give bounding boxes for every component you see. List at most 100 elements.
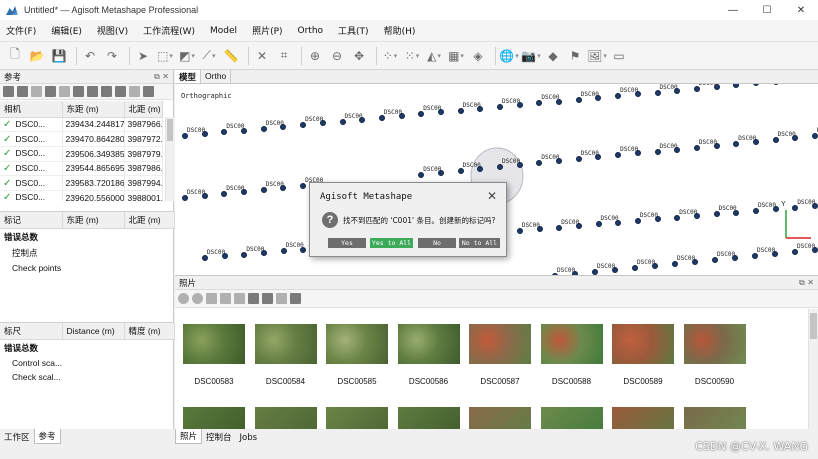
camera-marker[interactable] [713,84,720,91]
markers-total-error[interactable]: 错误总数 [0,229,174,245]
camera-marker[interactable] [612,267,618,273]
draw-shape-icon[interactable]: ◩ [178,47,196,65]
column-header-easting[interactable]: 东距 (m) [62,101,125,118]
photo-thumbnail[interactable] [683,324,746,364]
camera-marker[interactable] [516,162,523,169]
table-row[interactable]: ✓ DSC0... 239434.244817 3987966. [0,117,163,133]
photo-thumbnail[interactable] [540,407,603,429]
camera-marker[interactable] [772,206,779,213]
camera-marker[interactable] [713,142,720,149]
settings-icon[interactable] [143,86,154,97]
column-header-distance[interactable]: Distance (m) [62,323,125,340]
camera-marker[interactable] [772,251,778,257]
zoom-in-icon[interactable]: ⊕ [306,47,324,65]
no-to-all-button[interactable]: No to All [459,238,500,248]
import-icon[interactable] [3,86,14,97]
tab-photos[interactable]: 照片 [175,429,203,444]
column-header-northing[interactable]: 北距 (m) [124,212,175,229]
check-scalebars-item[interactable]: Check scal... [0,370,174,384]
camera-marker[interactable] [634,150,641,157]
photo-thumbnail[interactable] [469,324,531,364]
camera-marker[interactable] [556,98,563,105]
photo-thumbnail[interactable] [612,407,674,429]
photo-thumbnail[interactable] [254,407,317,429]
globe-icon[interactable]: 🌐 [499,47,518,65]
point-cloud-icon[interactable]: ⁙ [403,47,421,65]
new-document-icon[interactable]: 🗋 [6,47,24,65]
photo-thumbnail[interactable] [540,324,603,364]
yes-to-all-button[interactable]: Yes to All [370,238,413,248]
camera-marker[interactable] [692,259,698,265]
texture-icon[interactable]: ◈ [469,47,487,65]
reset-filter-icon[interactable] [276,293,287,304]
camera-marker[interactable] [437,169,444,176]
yes-button[interactable]: Yes [328,238,366,248]
tab-model[interactable]: 模型 [175,70,202,83]
checkbox-checked-icon[interactable]: ✓ [3,178,11,189]
camera-marker[interactable] [634,91,641,98]
menu-edit[interactable]: 编辑(E) [51,24,82,37]
camera-marker[interactable] [595,154,602,161]
menu-photo[interactable]: 照片(P) [252,24,282,37]
export-icon[interactable] [17,86,28,97]
camera-marker[interactable] [221,253,228,260]
thumbnail-size-icon[interactable] [290,293,301,304]
refresh-icon[interactable] [73,86,84,97]
column-header-northing[interactable]: 北距 (m) [124,101,163,118]
column-header-marker[interactable]: 标记 [0,212,63,229]
camera-marker[interactable] [477,165,484,172]
camera-marker[interactable] [359,116,366,123]
delete-selection-icon[interactable]: ✕ [253,47,271,65]
camera-marker[interactable] [792,134,799,141]
table-row[interactable]: ✓ DSC0... 239470.864280 3987972. [0,131,163,147]
camera-marker[interactable] [201,193,208,200]
photo-thumbnail[interactable] [326,324,388,364]
show-markers-icon[interactable]: ◆ [544,47,562,65]
menu-file[interactable]: 文件(F) [6,24,36,37]
no-button[interactable]: No [418,238,456,248]
photos-vertical-scrollbar[interactable] [808,309,818,429]
disable-camera-icon[interactable] [192,293,203,304]
camera-marker[interactable] [280,123,287,130]
close-window-button[interactable]: ✕ [784,0,818,20]
open-folder-icon[interactable]: 📂 [28,47,46,65]
dialog-close-button[interactable]: ✕ [487,189,497,203]
camera-marker[interactable] [201,131,208,138]
camera-marker[interactable] [516,102,523,109]
camera-marker[interactable] [261,249,268,256]
checkbox-checked-icon[interactable]: ✓ [3,148,11,159]
camera-marker[interactable] [752,138,759,145]
camera-marker[interactable] [241,127,248,134]
photo-thumbnail[interactable] [683,407,746,429]
rotate-right-icon[interactable] [234,293,245,304]
menu-tools[interactable]: 工具(T) [338,24,369,37]
rectangle-selection-icon[interactable]: ⬚ [156,47,174,65]
camera-marker[interactable] [595,94,602,101]
camera-marker[interactable] [812,203,818,209]
tab-ortho[interactable]: Ortho [201,70,232,83]
view-errors-icon[interactable] [115,86,126,97]
photo-thumbnail[interactable] [254,324,317,364]
check-points-item[interactable]: Check points [0,261,174,275]
column-header-accuracy[interactable]: 精度 (m) [124,323,175,340]
view-source-icon[interactable] [87,86,98,97]
polyline-icon[interactable]: ⟋ [200,47,218,65]
table-row[interactable]: ✓ DSC0... 239506.349385 3987979. [0,146,163,162]
photo-thumbnail[interactable] [326,407,388,429]
panel-float-close-icon[interactable]: ⧉ ✕ [154,72,169,82]
rotate-left-icon[interactable] [220,293,231,304]
menu-workflow[interactable]: 工作流程(W) [143,24,195,37]
camera-marker[interactable] [652,263,658,269]
checkbox-checked-icon[interactable]: ✓ [3,163,11,174]
camera-marker[interactable] [674,87,681,94]
camera-icon[interactable]: 📷 [521,47,540,65]
camera-marker[interactable] [477,105,484,112]
tab-console[interactable]: 控制台 [202,430,236,444]
column-header-easting[interactable]: 东距 (m) [62,212,125,229]
minimize-button[interactable]: — [716,0,750,20]
camera-marker[interactable] [437,109,444,116]
table-row[interactable]: ✓ DSC0... 239583.720186 3987994. [0,175,163,191]
menu-model[interactable]: Model [210,26,237,36]
camera-marker[interactable] [654,216,661,223]
flag-icon[interactable]: ⚑ [566,47,584,65]
